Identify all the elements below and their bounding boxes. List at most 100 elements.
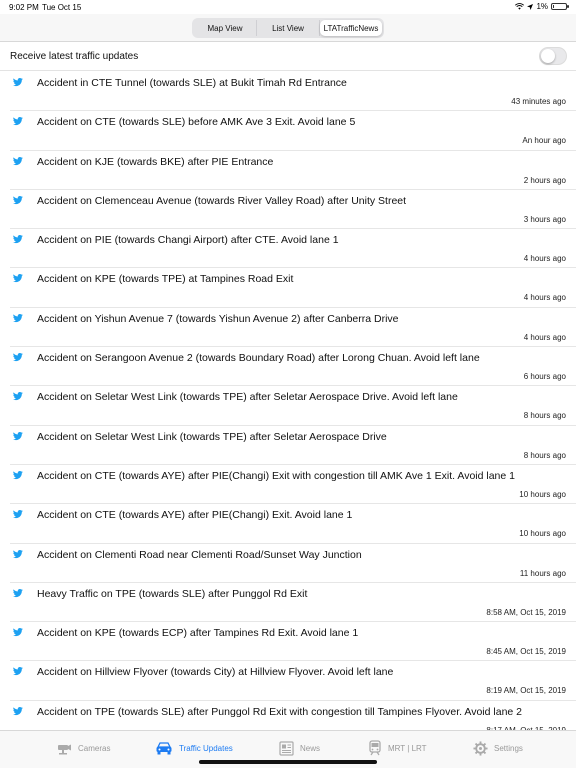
- twitter-bird-icon: [12, 313, 23, 322]
- twitter-bird-icon: [12, 588, 23, 597]
- news-timestamp: 8 hours ago: [523, 411, 566, 421]
- twitter-bird-icon: [12, 510, 23, 519]
- list-item[interactable]: Accident on Serangoon Avenue 2 (towards …: [10, 347, 576, 387]
- news-timestamp: 4 hours ago: [523, 293, 566, 303]
- twitter-bird-icon: [12, 235, 23, 244]
- news-text: Accident on Clementi Road near Clementi …: [37, 548, 362, 561]
- segment-map-view[interactable]: Map View: [194, 20, 257, 36]
- list-item[interactable]: Accident on Clemenceau Avenue (towards R…: [10, 190, 576, 230]
- list-item[interactable]: Accident on CTE (towards SLE) before AMK…: [10, 111, 576, 151]
- twitter-bird-icon: [12, 77, 23, 87]
- tab-traffic-updates[interactable]: Traffic Updates: [155, 737, 233, 759]
- train-icon: [369, 740, 381, 756]
- twitter-bird-icon: [12, 628, 23, 637]
- status-time: 9:02 PM: [9, 3, 39, 12]
- news-timestamp: An hour ago: [522, 136, 566, 146]
- battery-percent: 1%: [536, 2, 548, 11]
- list-item[interactable]: Accident in CTE Tunnel (towards SLE) at …: [10, 72, 576, 112]
- tab-mrt-lrt[interactable]: MRT | LRT: [368, 737, 427, 759]
- list-item[interactable]: Accident on KPE (towards TPE) at Tampine…: [10, 268, 576, 308]
- list-item[interactable]: Accident on Seletar West Link (towards T…: [10, 426, 576, 465]
- list-item[interactable]: Accident on KJE (towards BKE) after PIE …: [10, 151, 576, 190]
- tab-cameras[interactable]: Cameras: [56, 737, 110, 759]
- list-item[interactable]: Accident on Hillview Flyover (towards Ci…: [10, 661, 576, 701]
- twitter-bird-icon: [12, 470, 23, 480]
- news-text: Accident on PIE (towards Changi Airport)…: [37, 234, 339, 247]
- twitter-bird-icon: [12, 353, 23, 362]
- news-text: Accident on CTE (towards AYE) after PIE(…: [37, 469, 515, 482]
- news-text: Accident on KPE (towards ECP) after Tamp…: [37, 627, 359, 640]
- status-indicators: 1%: [515, 2, 569, 11]
- news-timestamp: 8:19 AM, Oct 15, 2019: [486, 686, 566, 696]
- segment-list-view[interactable]: List View: [257, 20, 320, 36]
- switch-knob: [541, 49, 555, 63]
- toggle-label: Receive latest traffic updates: [10, 51, 139, 62]
- top-bar: Map View List View LTATrafficNews: [0, 14, 576, 42]
- list-item[interactable]: Accident on CTE (towards AYE) after PIE(…: [10, 504, 576, 544]
- twitter-bird-icon: [12, 431, 23, 440]
- news-text: Accident on Seletar West Link (towards T…: [37, 391, 458, 404]
- battery-icon: [551, 3, 569, 10]
- news-text: Accident on Clemenceau Avenue (towards R…: [37, 194, 407, 207]
- list-item[interactable]: Accident on Yishun Avenue 7 (towards Yis…: [10, 308, 576, 348]
- news-timestamp: 43 minutes ago: [511, 97, 566, 106]
- twitter-bird-icon: [12, 195, 23, 204]
- news-timestamp: 6 hours ago: [523, 372, 566, 382]
- twitter-bird-icon: [12, 706, 23, 715]
- news-timestamp: 3 hours ago: [523, 214, 566, 224]
- news-text: Accident on Serangoon Avenue 2 (towards …: [37, 352, 480, 365]
- news-timestamp: 4 hours ago: [523, 254, 566, 264]
- news-timestamp: 10 hours ago: [519, 529, 566, 539]
- news-text: Accident on TPE (towards SLE) after Pung…: [37, 705, 523, 718]
- twitter-bird-icon: [12, 156, 23, 165]
- news-text: Accident on Hillview Flyover (towards Ci…: [37, 666, 394, 679]
- news-timestamp: 10 hours ago: [519, 489, 566, 499]
- camera-icon: [58, 744, 71, 755]
- traffic-updates-switch[interactable]: [539, 47, 567, 65]
- tab-label: MRT | LRT: [388, 743, 427, 753]
- twitter-bird-icon: [12, 117, 23, 126]
- news-timestamp: 2 hours ago: [523, 175, 566, 185]
- news-text: Accident on KJE (towards BKE) after PIE …: [37, 155, 274, 168]
- twitter-bird-icon: [12, 667, 23, 676]
- news-timestamp: 8:45 AM, Oct 15, 2019: [486, 647, 566, 657]
- tab-label: Cameras: [78, 743, 111, 753]
- tab-label: Traffic Updates: [179, 743, 233, 753]
- news-timestamp: 11 hours ago: [519, 568, 566, 578]
- news-text: Accident on Seletar West Link (towards T…: [37, 430, 387, 443]
- status-bar: 9:02 PM Tue Oct 15 1%: [0, 0, 576, 14]
- list-item[interactable]: Accident on TPE (towards SLE) after Pung…: [10, 701, 576, 730]
- segment-lta-traffic-news[interactable]: LTATrafficNews: [320, 20, 382, 36]
- news-timestamp: 8:58 AM, Oct 15, 2019: [486, 607, 566, 617]
- twitter-bird-icon: [12, 274, 23, 283]
- wifi-icon: [515, 3, 525, 10]
- list-item[interactable]: Accident on KPE (towards ECP) after Tamp…: [10, 622, 576, 662]
- news-text: Accident on CTE (towards SLE) before AMK…: [37, 116, 356, 129]
- news-text: Heavy Traffic on TPE (towards SLE) after…: [37, 587, 308, 600]
- twitter-bird-icon: [12, 549, 23, 558]
- car-icon: [156, 742, 172, 755]
- list-item[interactable]: Accident on CTE (towards AYE) after PIE(…: [10, 465, 576, 505]
- newspaper-icon: [279, 740, 294, 756]
- tab-news[interactable]: News: [279, 737, 320, 759]
- tab-label: Settings: [494, 743, 523, 753]
- tab-label: News: [300, 743, 321, 753]
- traffic-updates-toggle-row: Receive latest traffic updates: [0, 43, 576, 71]
- list-item[interactable]: Accident on Clementi Road near Clementi …: [10, 544, 576, 583]
- list-item[interactable]: Accident on Seletar West Link (towards T…: [10, 386, 576, 426]
- news-timestamp: 8 hours ago: [523, 450, 566, 460]
- news-text: Accident on KPE (towards TPE) at Tampine…: [37, 273, 294, 286]
- news-text: Accident in CTE Tunnel (towards SLE) at …: [37, 77, 347, 89]
- list-item[interactable]: Heavy Traffic on TPE (towards SLE) after…: [10, 583, 576, 623]
- gear-icon: [473, 740, 488, 756]
- traffic-news-list[interactable]: Accident in CTE Tunnel (towards SLE) at …: [0, 72, 576, 730]
- home-indicator: [199, 760, 377, 764]
- list-item[interactable]: Accident on PIE (towards Changi Airport)…: [10, 229, 576, 269]
- news-text: Accident on CTE (towards AYE) after PIE(…: [37, 509, 353, 522]
- location-arrow-icon: [527, 3, 534, 10]
- status-date: Tue Oct 15: [42, 3, 82, 12]
- news-text: Accident on Yishun Avenue 7 (towards Yis…: [37, 312, 399, 325]
- twitter-bird-icon: [12, 392, 23, 401]
- news-timestamp: 4 hours ago: [523, 332, 566, 342]
- tab-settings[interactable]: Settings: [473, 737, 523, 759]
